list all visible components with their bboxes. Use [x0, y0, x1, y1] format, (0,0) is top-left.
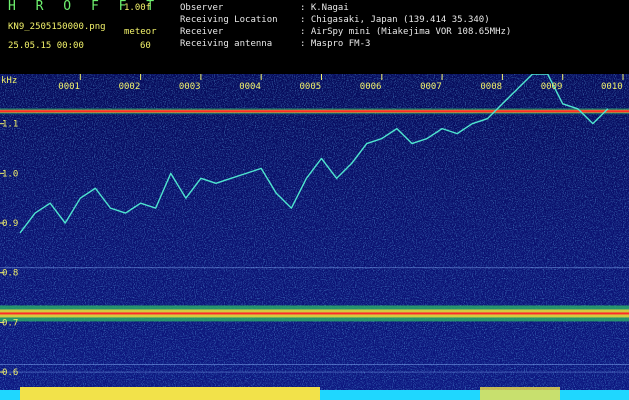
carrier-line-1: [0, 312, 629, 315]
header-panel: H R O F F T 1.00f KN9_2505150000.png met…: [0, 0, 629, 74]
observer-label: Observer: [180, 3, 224, 13]
y-tick-label-1: 0.7: [2, 318, 18, 328]
bottom-strip-yellow: [20, 387, 320, 400]
y-tick-label-2: 0.8: [2, 269, 18, 279]
carrier-line-0: [0, 110, 629, 113]
y-tick-label-3: 0.9: [2, 219, 18, 229]
y-tick-label-0: 0.6: [2, 368, 18, 378]
spectrogram-plot: kHz 0.6 0.7 0.8 0.9 1.0 1.1 0001 0002 0003 0004 00…: [0, 74, 629, 400]
version-label: 1.00f: [124, 3, 152, 13]
antenna-label: Receiving antenna: [180, 39, 273, 49]
filename-label: KN9_2505150000.png: [8, 22, 106, 32]
y-tick-label-5: 1.1: [2, 120, 18, 130]
location-value: : Chigasaki, Japan (139.414 35.340): [300, 15, 490, 25]
time-marker-8: 0009: [541, 82, 563, 92]
time-marker-1: 0002: [119, 82, 141, 92]
location-label: Receiving Location: [180, 15, 278, 25]
noise-texture: [0, 74, 629, 400]
receiver-label: Receiver: [180, 27, 224, 37]
time-marker-4: 0005: [300, 82, 322, 92]
datetime-label: 25.05.15 00:00: [8, 41, 84, 51]
receiver-value: : AirSpy mini (Miakejima VOR 108.65MHz): [300, 27, 512, 37]
antenna-value: : Maspro FM-3: [300, 39, 371, 49]
y-axis-unit: kHz: [1, 76, 17, 86]
time-marker-5: 0006: [360, 82, 382, 92]
time-marker-6: 0007: [420, 82, 442, 92]
time-marker-3: 0004: [239, 82, 261, 92]
y-tick-label-4: 1.0: [2, 169, 18, 179]
meteor-label: meteor: [124, 27, 157, 37]
bottom-strip-yellow-2: [480, 387, 560, 400]
time-marker-2: 0003: [179, 82, 201, 92]
time-marker-7: 0008: [480, 82, 502, 92]
time-marker-0: 0001: [58, 82, 80, 92]
time-marker-9: 0010: [601, 82, 623, 92]
observer-value: : K.Nagai: [300, 3, 349, 13]
count-value: 60: [140, 41, 151, 51]
